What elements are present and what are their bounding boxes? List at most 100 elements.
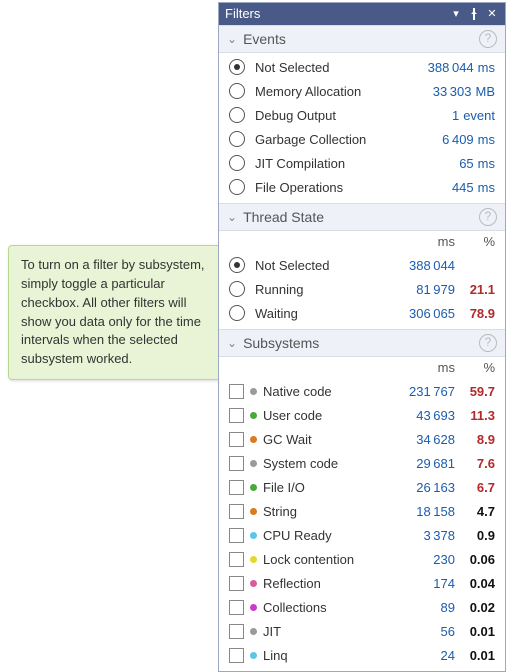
checkbox[interactable] xyxy=(229,576,244,591)
radio[interactable] xyxy=(229,155,245,171)
subsystem-label: String xyxy=(263,504,391,519)
event-row[interactable]: Memory Allocation33 303MB xyxy=(219,79,505,103)
help-icon[interactable]: ? xyxy=(479,30,497,48)
subsystem-ms: 56 xyxy=(391,624,455,639)
subsystem-row[interactable]: Reflection1740.04 xyxy=(219,571,505,595)
event-row[interactable]: File Operations445ms xyxy=(219,175,505,199)
radio[interactable] xyxy=(229,305,245,321)
radio[interactable] xyxy=(229,257,245,273)
chevron-down-icon[interactable]: ⌄ xyxy=(227,32,237,46)
checkbox[interactable] xyxy=(229,552,244,567)
event-unit: ms xyxy=(478,156,495,171)
subsystem-row[interactable]: File I/O26 1636.7 xyxy=(219,475,505,499)
event-row[interactable]: JIT Compilation65ms xyxy=(219,151,505,175)
chevron-down-icon[interactable]: ⌄ xyxy=(227,336,237,350)
subsystems-list: Native code231 76759.7User code43 69311.… xyxy=(219,377,505,671)
subsystem-row[interactable]: Lock contention2300.06 xyxy=(219,547,505,571)
color-dot-icon xyxy=(250,436,257,443)
subsystem-pct: 0.9 xyxy=(455,528,495,543)
subsystem-pct: 7.6 xyxy=(455,456,495,471)
checkbox[interactable] xyxy=(229,504,244,519)
subsystem-ms: 3 378 xyxy=(391,528,455,543)
section-header-subsystems[interactable]: ⌄ Subsystems ? xyxy=(219,329,505,357)
thread-pct: 21.1 xyxy=(455,282,495,297)
checkbox[interactable] xyxy=(229,480,244,495)
subsystem-row[interactable]: Native code231 76759.7 xyxy=(219,379,505,403)
radio[interactable] xyxy=(229,107,245,123)
close-icon[interactable]: ✕ xyxy=(485,3,499,25)
event-value: 445 xyxy=(410,180,474,195)
help-icon[interactable]: ? xyxy=(479,334,497,352)
subsystem-pct: 8.9 xyxy=(455,432,495,447)
subsystem-label: GC Wait xyxy=(263,432,391,447)
radio[interactable] xyxy=(229,281,245,297)
checkbox[interactable] xyxy=(229,624,244,639)
subsystems-header: ms % xyxy=(219,357,505,377)
event-row[interactable]: Debug Output1event xyxy=(219,103,505,127)
checkbox[interactable] xyxy=(229,648,244,663)
radio[interactable] xyxy=(229,59,245,75)
subsystem-pct: 0.01 xyxy=(455,624,495,639)
section-header-events[interactable]: ⌄ Events ? xyxy=(219,25,505,53)
checkbox[interactable] xyxy=(229,384,244,399)
thread-pct: 78.9 xyxy=(455,306,495,321)
event-label: Not Selected xyxy=(255,60,410,75)
event-value: 388 044 xyxy=(410,60,474,75)
subsystem-ms: 230 xyxy=(391,552,455,567)
checkbox[interactable] xyxy=(229,456,244,471)
thread-row[interactable]: Running81 97921.1 xyxy=(219,277,505,301)
radio[interactable] xyxy=(229,131,245,147)
event-label: JIT Compilation xyxy=(255,156,410,171)
subsystem-row[interactable]: JIT560.01 xyxy=(219,619,505,643)
subsystem-row[interactable]: User code43 69311.3 xyxy=(219,403,505,427)
panel-titlebar: Filters ▾ ✕ xyxy=(219,3,505,25)
checkbox[interactable] xyxy=(229,432,244,447)
subsystem-label: Native code xyxy=(263,384,391,399)
color-dot-icon xyxy=(250,484,257,491)
subsystem-row[interactable]: Collections890.02 xyxy=(219,595,505,619)
filters-panel: Filters ▾ ✕ ⌄ Events ? Not Selected388 0… xyxy=(218,2,506,672)
callout-tip: To turn on a filter by subsystem, simply… xyxy=(8,245,224,380)
subsystem-pct: 0.06 xyxy=(455,552,495,567)
section-title-events: Events xyxy=(243,31,479,47)
radio[interactable] xyxy=(229,83,245,99)
help-icon[interactable]: ? xyxy=(479,208,497,226)
radio[interactable] xyxy=(229,179,245,195)
subsystem-pct: 0.04 xyxy=(455,576,495,591)
menu-dropdown-icon[interactable]: ▾ xyxy=(449,3,463,25)
color-dot-icon xyxy=(250,460,257,467)
event-row[interactable]: Garbage Collection6 409ms xyxy=(219,127,505,151)
color-dot-icon xyxy=(250,532,257,539)
color-dot-icon xyxy=(250,556,257,563)
checkbox[interactable] xyxy=(229,600,244,615)
subsystem-label: System code xyxy=(263,456,391,471)
subsystem-row[interactable]: System code29 6817.6 xyxy=(219,451,505,475)
subsystem-row[interactable]: CPU Ready3 3780.9 xyxy=(219,523,505,547)
subsystem-ms: 43 693 xyxy=(391,408,455,423)
subsystem-pct: 59.7 xyxy=(455,384,495,399)
chevron-down-icon[interactable]: ⌄ xyxy=(227,210,237,224)
pin-icon[interactable] xyxy=(467,3,481,25)
subsystem-ms: 34 628 xyxy=(391,432,455,447)
subsystem-row[interactable]: GC Wait34 6288.9 xyxy=(219,427,505,451)
event-row[interactable]: Not Selected388 044 ms xyxy=(219,55,505,79)
subsystem-ms: 24 xyxy=(391,648,455,663)
subsystem-pct: 0.01 xyxy=(455,648,495,663)
thread-state-list: Not Selected388 044Running81 97921.1Wait… xyxy=(219,251,505,329)
col-ms: ms xyxy=(391,360,455,375)
subsystem-label: File I/O xyxy=(263,480,391,495)
subsystem-pct: 4.7 xyxy=(455,504,495,519)
checkbox[interactable] xyxy=(229,528,244,543)
thread-row[interactable]: Not Selected388 044 xyxy=(219,253,505,277)
subsystem-row[interactable]: Linq240.01 xyxy=(219,643,505,667)
subsystem-label: Linq xyxy=(263,648,391,663)
checkbox[interactable] xyxy=(229,408,244,423)
event-value: 1 xyxy=(395,108,459,123)
subsystem-row[interactable]: String18 1584.7 xyxy=(219,499,505,523)
event-unit: ms xyxy=(478,60,495,75)
thread-label: Not Selected xyxy=(255,258,391,273)
thread-row[interactable]: Waiting306 06578.9 xyxy=(219,301,505,325)
color-dot-icon xyxy=(250,604,257,611)
thread-label: Running xyxy=(255,282,391,297)
section-header-thread-state[interactable]: ⌄ Thread State ? xyxy=(219,203,505,231)
